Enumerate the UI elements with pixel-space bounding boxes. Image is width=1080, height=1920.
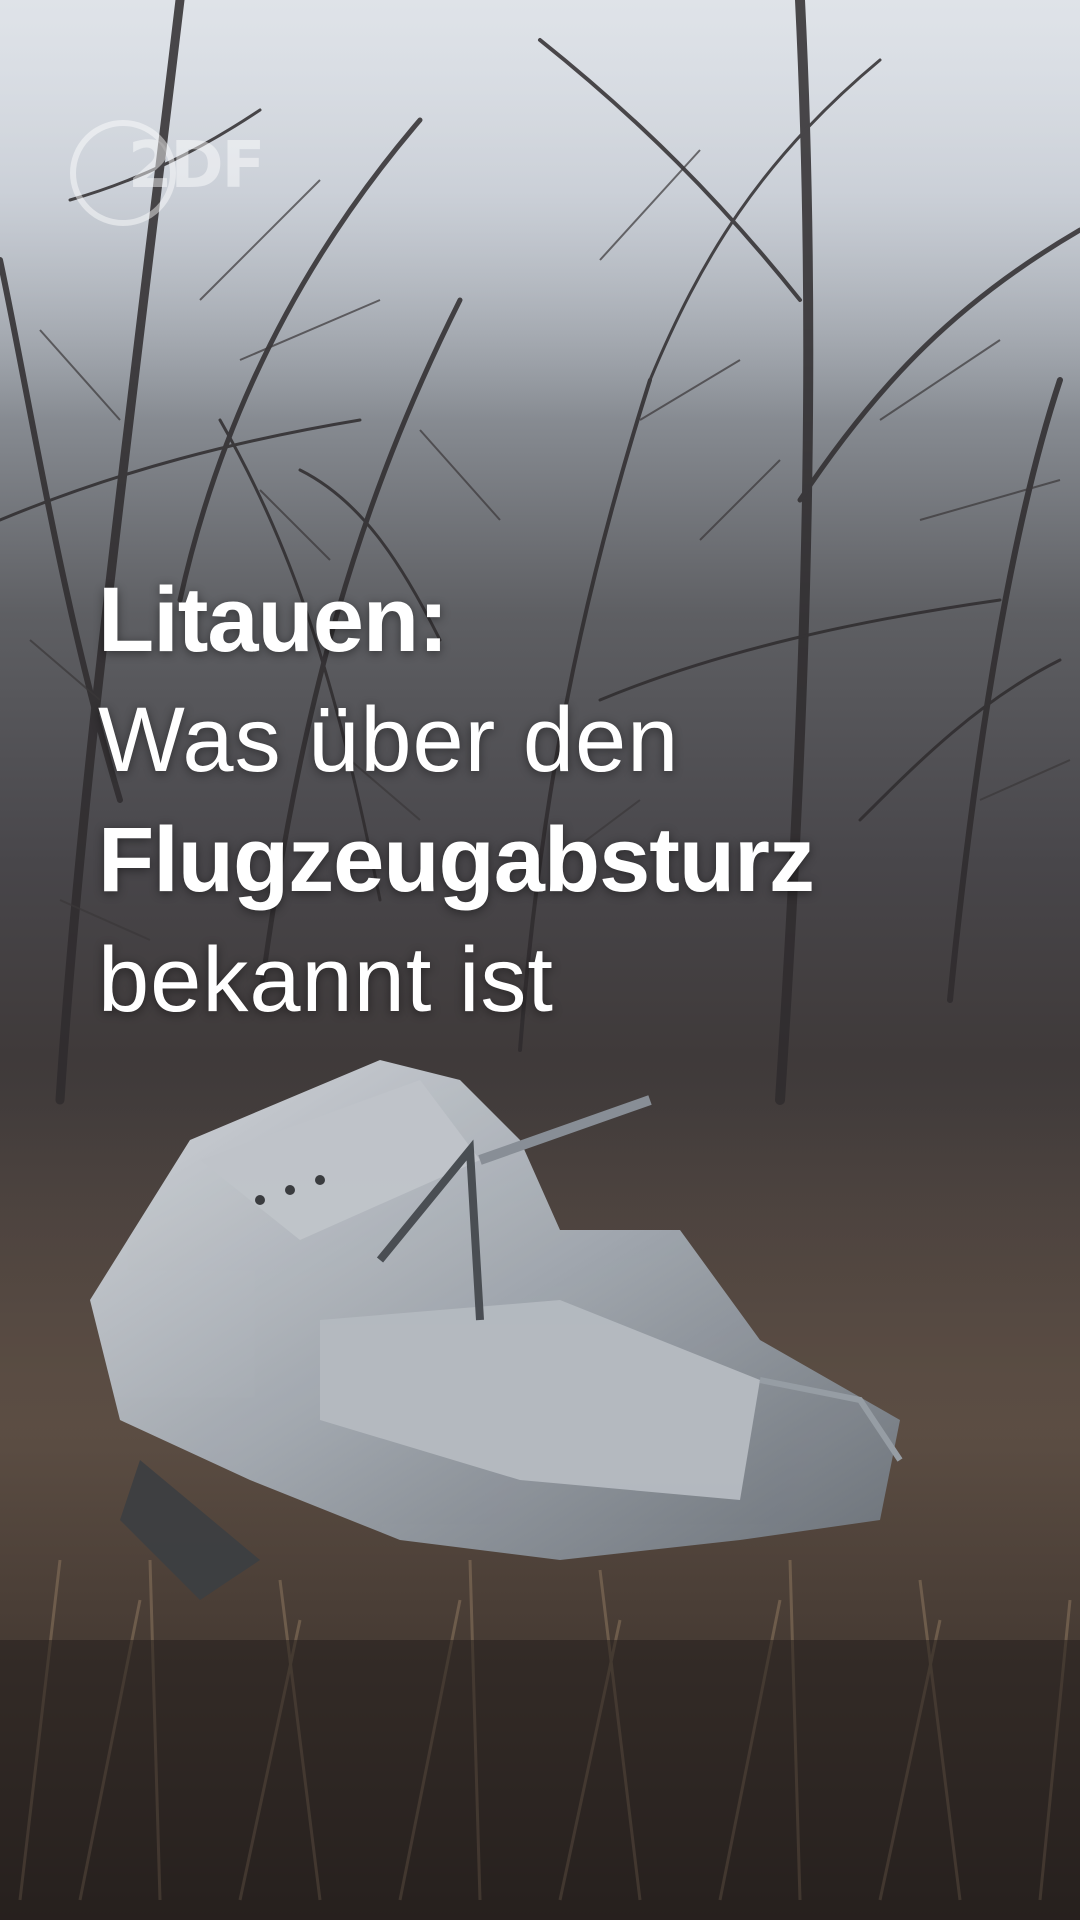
headline-line-2: Was über den [98, 689, 680, 791]
channel-logo: 2DF [70, 120, 300, 230]
logo-text: 2DF [128, 129, 265, 203]
headline-line-4: bekannt ist [98, 929, 554, 1031]
headline-line-3: Flugzeugabsturz [98, 809, 815, 911]
headline-line-1: Litauen: [98, 569, 449, 671]
headline: Litauen: Was über den Flugzeugabsturz be… [98, 560, 998, 1040]
video-frame: 2DF Litauen: Was über den Flugzeugabstur… [0, 0, 1080, 1920]
